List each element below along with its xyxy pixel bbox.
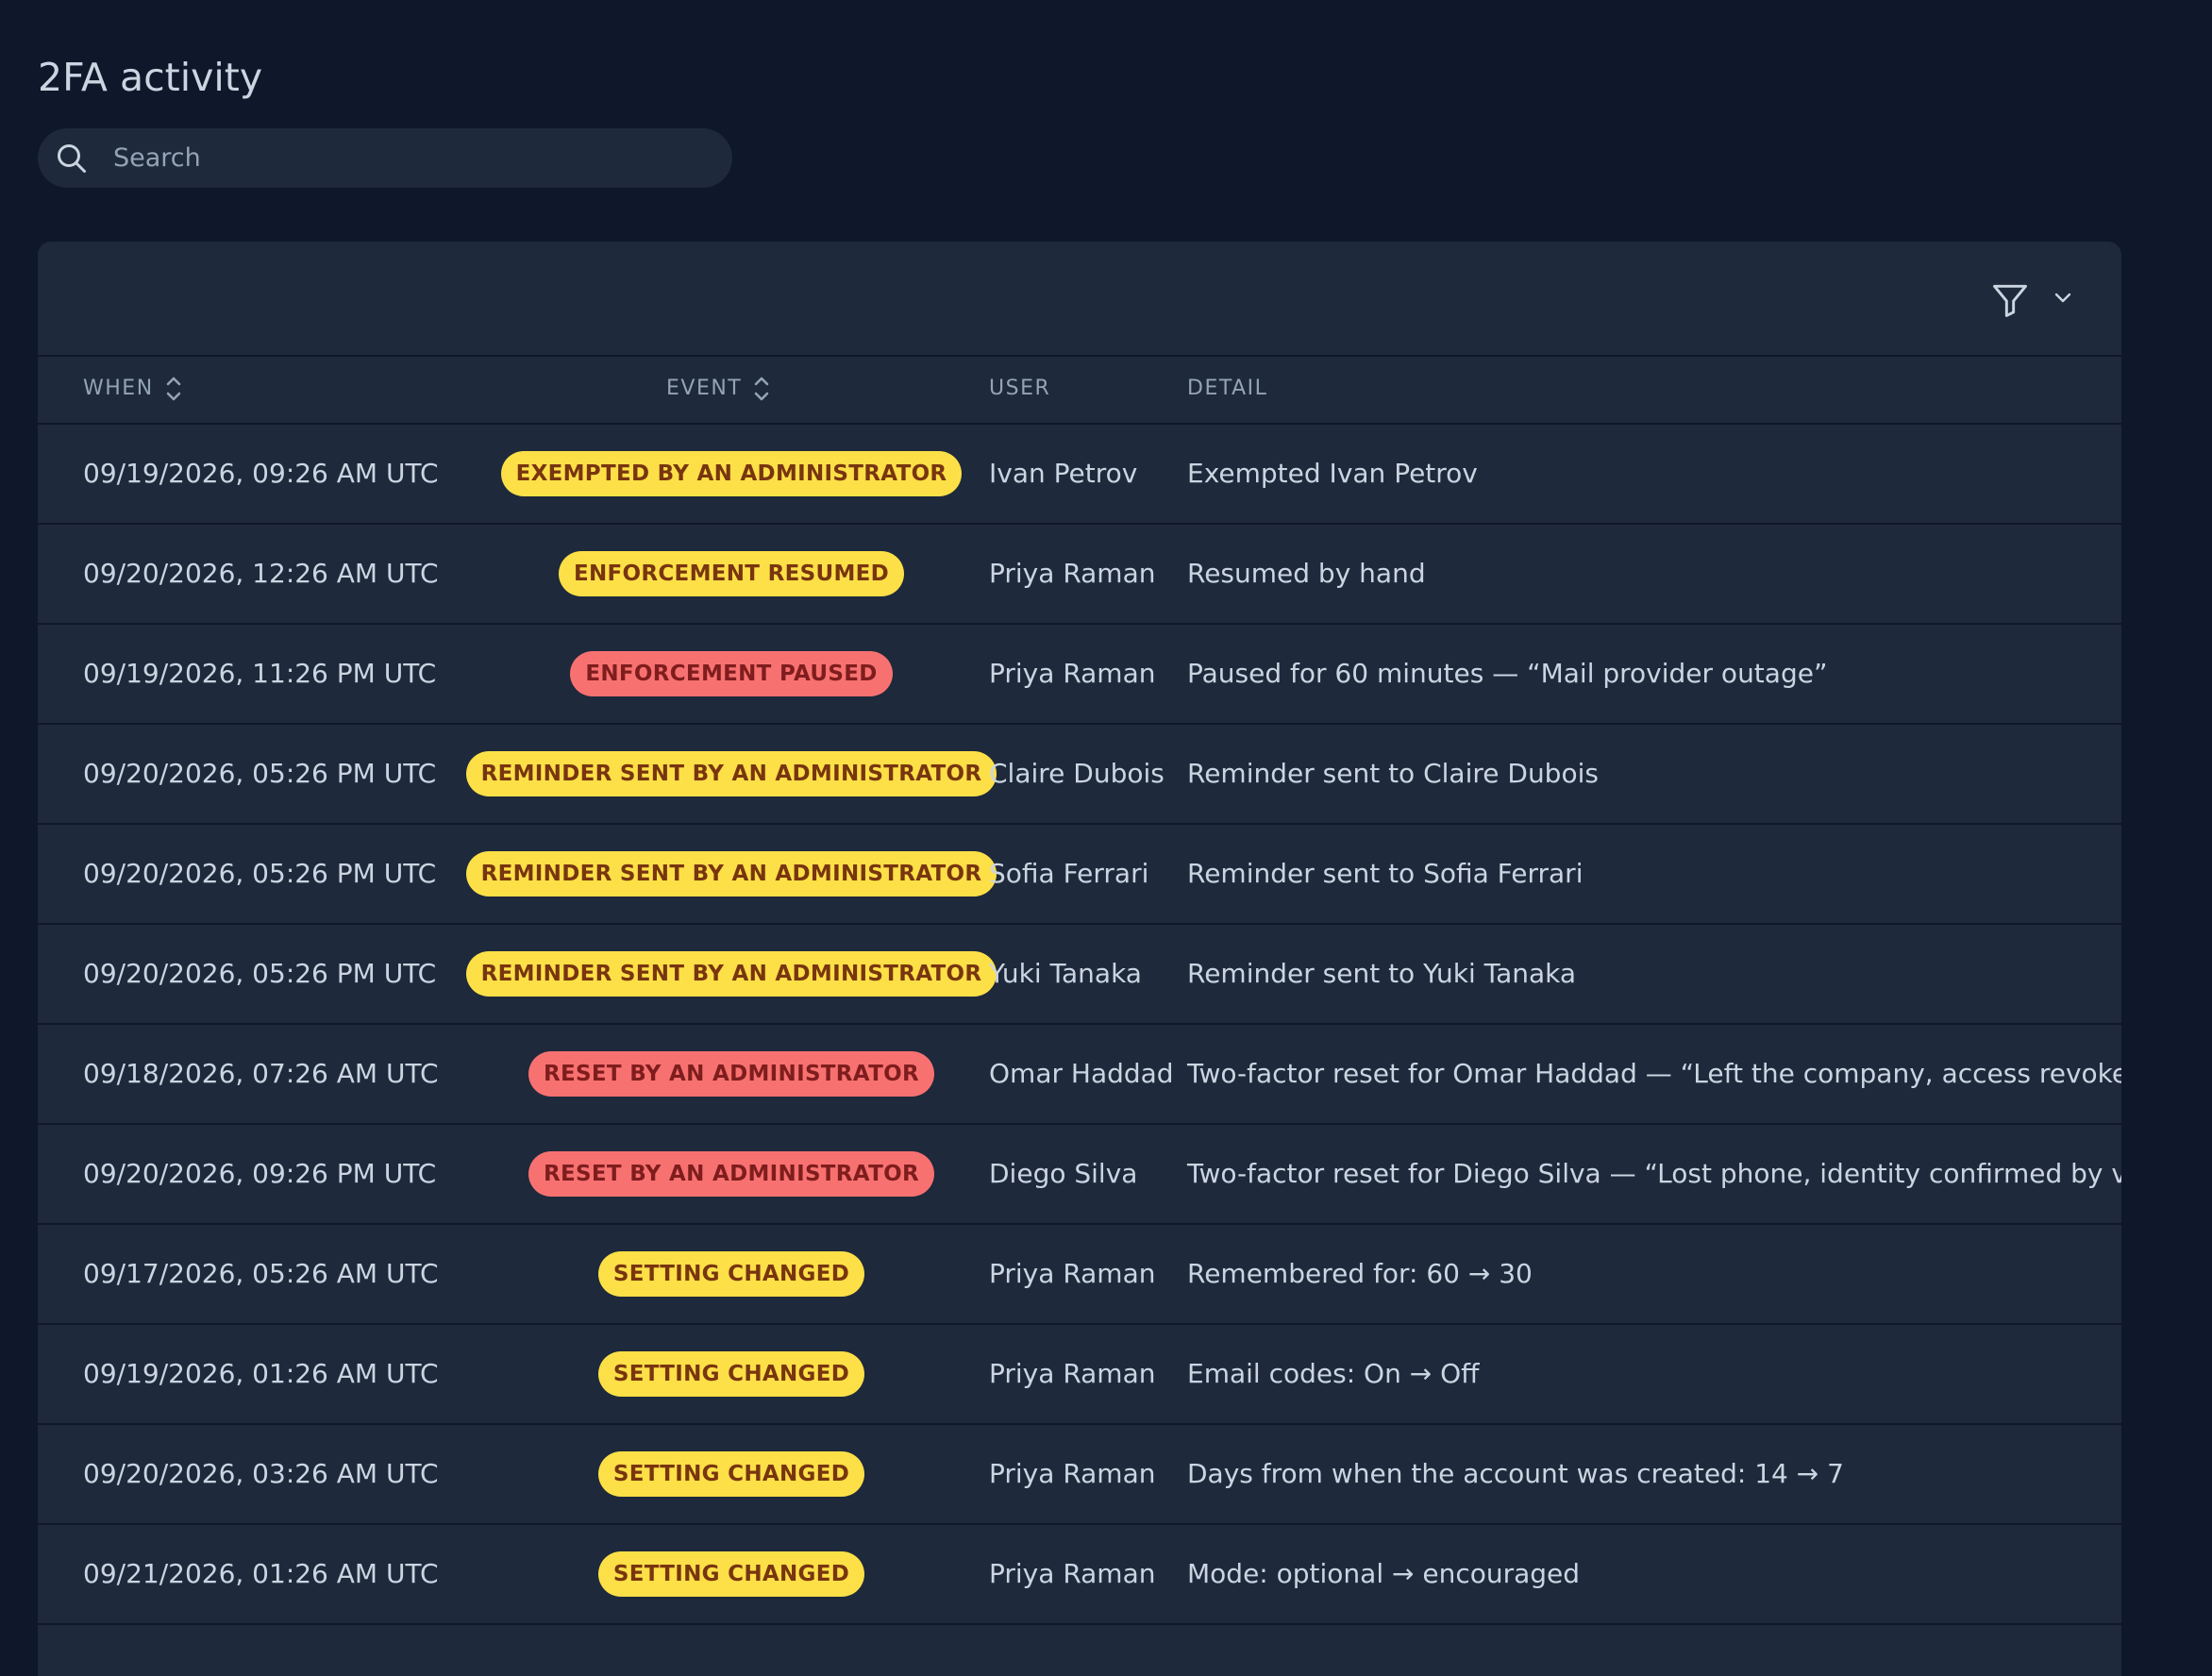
search-icon [58, 144, 86, 173]
row-when: 09/20/2026, 05:26 PM UTC [83, 958, 437, 989]
row-detail: Resumed by hand [1187, 558, 1426, 589]
search-box[interactable] [38, 128, 732, 188]
table-row[interactable]: 09/20/2026, 12:26 AM UTC ENFORCEMENT RESU… [38, 525, 2121, 625]
row-event-cell: ENFORCEMENT RESUMED [464, 525, 998, 623]
event-badge: SETTING CHANGED [597, 1251, 865, 1297]
event-badge: REMINDER SENT BY AN ADMINISTRATOR [465, 951, 997, 997]
sort-icon [754, 377, 769, 401]
row-detail: Email codes: On → Off [1187, 1358, 1480, 1389]
row-when: 09/19/2026, 01:26 AM UTC [83, 1358, 439, 1389]
page-title: 2FA activity [38, 55, 263, 100]
event-badge: REMINDER SENT BY AN ADMINISTRATOR [465, 851, 997, 897]
table-header: WHEN EVENT USER DETAIL [38, 355, 2121, 425]
row-event-cell: RESET BY AN ADMINISTRATOR [464, 1025, 998, 1123]
table-row[interactable]: 09/20/2026, 09:26 PM UTC RESET BY AN ADMI… [38, 1125, 2121, 1225]
event-badge: EXEMPTED BY AN ADMINISTRATOR [500, 451, 963, 496]
row-user: Priya Raman [989, 1458, 1156, 1489]
row-event-cell: SETTING CHANGED [464, 1425, 998, 1523]
event-badge: RESET BY AN ADMINISTRATOR [528, 1151, 934, 1197]
activity-table: WHEN EVENT USER DETAIL 09/19/2026, 09:26… [38, 242, 2121, 1676]
table-row[interactable]: 09/20/2026, 05:26 PM UTC REMINDER SENT BY… [38, 825, 2121, 925]
column-header-label: DETAIL [1187, 377, 1268, 400]
event-badge: ENFORCEMENT RESUMED [558, 551, 905, 596]
table-row[interactable]: 09/19/2026, 09:26 AM UTC EXEMPTED BY AN A… [38, 425, 2121, 525]
row-detail: Days from when the account was created: … [1187, 1458, 1844, 1489]
row-when: 09/20/2026, 03:26 AM UTC [83, 1458, 439, 1489]
row-detail: Reminder sent to Yuki Tanaka [1187, 958, 1577, 989]
row-detail: Reminder sent to Claire Dubois [1187, 758, 1599, 789]
row-event-cell: ENFORCEMENT PAUSED [464, 625, 998, 723]
table-row[interactable]: 09/20/2026, 05:26 PM UTC REMINDER SENT BY… [38, 925, 2121, 1025]
event-badge: REMINDER SENT BY AN ADMINISTRATOR [465, 751, 997, 796]
row-when: 09/19/2026, 11:26 PM UTC [83, 658, 437, 689]
event-badge: SETTING CHANGED [597, 1451, 865, 1497]
table-row[interactable]: 09/21/2026, 01:26 AM UTC SETTING CHANGED P… [38, 1525, 2121, 1625]
row-when: 09/20/2026, 12:26 AM UTC [83, 558, 439, 589]
row-detail: Paused for 60 minutes — “Mail provider o… [1187, 658, 1828, 689]
row-user: Diego Silva [989, 1158, 1138, 1189]
chevron-down-icon [2054, 293, 2071, 303]
row-user: Priya Raman [989, 1558, 1156, 1589]
row-event-cell: REMINDER SENT BY AN ADMINISTRATOR [464, 925, 998, 1023]
row-user: Priya Raman [989, 1258, 1156, 1289]
row-when: 09/20/2026, 05:26 PM UTC [83, 758, 437, 789]
table-row[interactable]: 09/19/2026, 01:26 AM UTC SETTING CHANGED P… [38, 1325, 2121, 1425]
row-detail: Two-factor reset for Omar Haddad — “Left… [1187, 1058, 2121, 1089]
row-when: 09/19/2026, 09:26 AM UTC [83, 458, 439, 489]
column-header-label: EVENT [666, 377, 743, 400]
row-user: Claire Dubois [989, 758, 1165, 789]
row-detail: Two-factor reset for Diego Silva — “Lost… [1187, 1158, 2121, 1189]
row-user: Sofia Ferrari [989, 858, 1149, 889]
row-event-cell: RESET BY AN ADMINISTRATOR [464, 1125, 998, 1223]
column-header-event[interactable]: EVENT [666, 355, 770, 423]
row-when: 09/20/2026, 05:26 PM UTC [83, 858, 437, 889]
row-event-cell: REMINDER SENT BY AN ADMINISTRATOR [464, 725, 998, 823]
search-input[interactable] [113, 128, 698, 188]
row-when: 09/17/2026, 05:26 AM UTC [83, 1258, 439, 1289]
row-detail: Remembered for: 60 → 30 [1187, 1258, 1533, 1289]
row-when: 09/20/2026, 09:26 PM UTC [83, 1158, 437, 1189]
table-toolbar [38, 242, 2121, 357]
event-badge: RESET BY AN ADMINISTRATOR [528, 1051, 934, 1097]
table-row[interactable]: 09/19/2026, 11:26 PM UTC ENFORCEMENT PAUS… [38, 625, 2121, 725]
row-event-cell: SETTING CHANGED [464, 1525, 998, 1623]
row-user: Priya Raman [989, 1358, 1156, 1389]
row-user: Ivan Petrov [989, 458, 1138, 489]
row-event-cell: SETTING CHANGED [464, 1225, 998, 1323]
row-event-cell: REMINDER SENT BY AN ADMINISTRATOR [464, 825, 998, 923]
event-badge: ENFORCEMENT PAUSED [570, 651, 893, 696]
filter-icon [1993, 284, 2027, 317]
row-detail: Reminder sent to Sofia Ferrari [1187, 858, 1584, 889]
sort-icon [166, 377, 180, 401]
row-user: Omar Haddad [989, 1058, 1174, 1089]
row-event-cell: EXEMPTED BY AN ADMINISTRATOR [464, 425, 998, 523]
column-header-when[interactable]: WHEN [83, 355, 182, 423]
column-header-label: USER [989, 377, 1051, 400]
event-badge: SETTING CHANGED [597, 1351, 865, 1397]
row-detail: Exempted Ivan Petrov [1187, 458, 1478, 489]
table-row[interactable]: 09/18/2026, 07:26 AM UTC RESET BY AN ADMI… [38, 1025, 2121, 1125]
event-badge: SETTING CHANGED [597, 1551, 865, 1597]
row-when: 09/21/2026, 01:26 AM UTC [83, 1558, 439, 1589]
row-user: Priya Raman [989, 658, 1156, 689]
row-event-cell: SETTING CHANGED [464, 1325, 998, 1423]
row-user: Yuki Tanaka [989, 958, 1142, 989]
row-when: 09/18/2026, 07:26 AM UTC [83, 1058, 439, 1089]
filter-button[interactable] [1989, 276, 2080, 321]
row-detail: Mode: optional → encouraged [1187, 1558, 1581, 1589]
column-header-user: USER [989, 355, 1050, 423]
table-row[interactable]: 09/17/2026, 05:26 AM UTC SETTING CHANGED P… [38, 1225, 2121, 1325]
table-row[interactable]: 09/20/2026, 03:26 AM UTC SETTING CHANGED P… [38, 1425, 2121, 1525]
column-header-label: WHEN [83, 377, 154, 400]
table-row[interactable]: 09/20/2026, 05:26 PM UTC REMINDER SENT BY… [38, 725, 2121, 825]
row-user: Priya Raman [989, 558, 1156, 589]
column-header-detail: DETAIL [1187, 355, 1267, 423]
